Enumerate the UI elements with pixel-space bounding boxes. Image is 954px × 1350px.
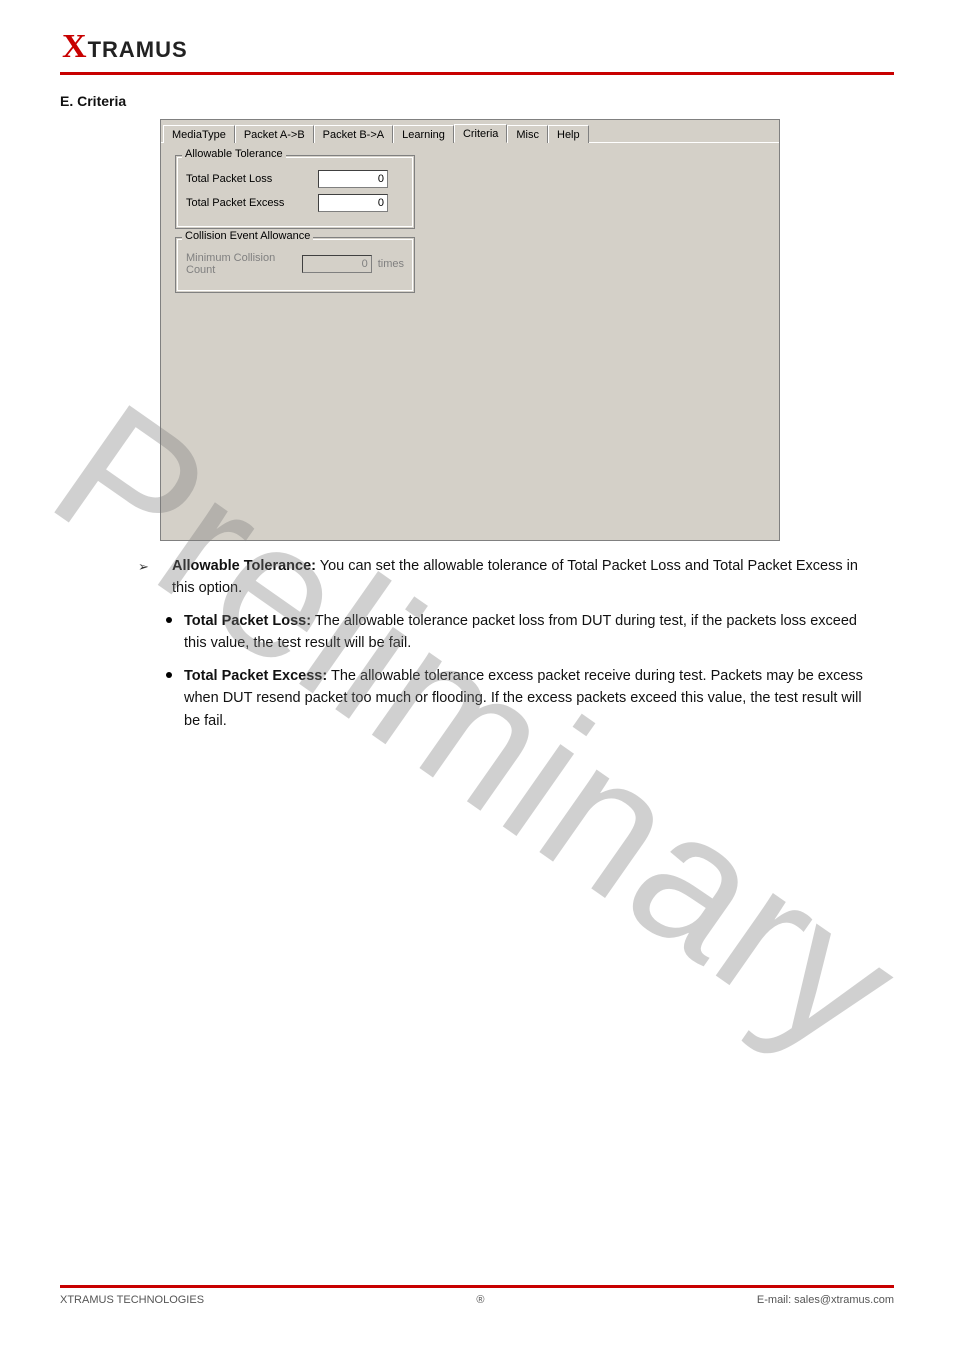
tab-packet-b-a[interactable]: Packet B->A [314, 125, 393, 143]
row-min-collision-count: Minimum Collision Count times [186, 252, 404, 276]
logo-rest: TRAMUS [88, 37, 188, 63]
b2-bold: Total Packet Excess: [184, 668, 327, 684]
label-total-packet-excess: Total Packet Excess [186, 197, 318, 209]
tab-packet-a-b[interactable]: Packet A->B [235, 125, 314, 143]
row-total-packet-excess: Total Packet Excess [186, 194, 404, 212]
page: X TRAMUS E. Criteria MediaType Packet A-… [0, 0, 954, 1350]
b1-bold: Total Packet Loss: [184, 613, 311, 629]
tab-learning[interactable]: Learning [393, 125, 454, 143]
input-total-packet-excess[interactable] [318, 194, 388, 212]
bullet-total-packet-excess: Total Packet Excess: The allowable toler… [162, 665, 880, 732]
logo-x-letter: X [62, 28, 86, 66]
arrow-label-bold: Allowable Tolerance: [172, 558, 316, 574]
body-text: ➢ Allowable Tolerance: You can set the a… [150, 555, 880, 732]
label-total-packet-loss: Total Packet Loss [186, 173, 318, 185]
footer: XTRAMUS TECHNOLOGIES ® E-mail: sales@xtr… [60, 1285, 894, 1306]
tab-help[interactable]: Help [548, 125, 589, 143]
footer-row: XTRAMUS TECHNOLOGIES ® E-mail: sales@xtr… [60, 1294, 894, 1306]
group-collision-event-allowance: Collision Event Allowance Minimum Collis… [175, 237, 415, 293]
group-title-allowable-tolerance: Allowable Tolerance [182, 148, 286, 160]
bullet-list: Total Packet Loss: The allowable toleran… [162, 610, 880, 732]
bullet-total-packet-loss: Total Packet Loss: The allowable toleran… [162, 610, 880, 655]
unit-times: times [378, 258, 404, 270]
arrow-allowable-tolerance: ➢ Allowable Tolerance: You can set the a… [150, 555, 880, 600]
tab-misc[interactable]: Misc [507, 125, 548, 143]
label-min-collision-count: Minimum Collision Count [186, 252, 302, 276]
footer-left: XTRAMUS TECHNOLOGIES [60, 1294, 204, 1306]
footer-center: ® [476, 1294, 484, 1306]
header-rule [60, 72, 894, 75]
brand-logo: X TRAMUS [60, 28, 894, 66]
tab-mediatype[interactable]: MediaType [163, 125, 235, 143]
row-total-packet-loss: Total Packet Loss [186, 170, 404, 188]
group-title-collision: Collision Event Allowance [182, 230, 313, 242]
tab-strip: MediaType Packet A->B Packet B->A Learni… [161, 120, 779, 142]
dialog-body: Allowable Tolerance Total Packet Loss To… [161, 142, 779, 540]
group-allowable-tolerance: Allowable Tolerance Total Packet Loss To… [175, 155, 415, 229]
footer-right: E-mail: sales@xtramus.com [757, 1294, 894, 1306]
criteria-dialog: MediaType Packet A->B Packet B->A Learni… [160, 119, 780, 541]
input-min-collision-count [302, 255, 372, 273]
input-total-packet-loss[interactable] [318, 170, 388, 188]
section-heading: E. Criteria [60, 93, 894, 109]
triangle-bullet-icon: ➢ [138, 557, 149, 577]
tab-criteria[interactable]: Criteria [454, 124, 507, 143]
footer-rule [60, 1285, 894, 1288]
